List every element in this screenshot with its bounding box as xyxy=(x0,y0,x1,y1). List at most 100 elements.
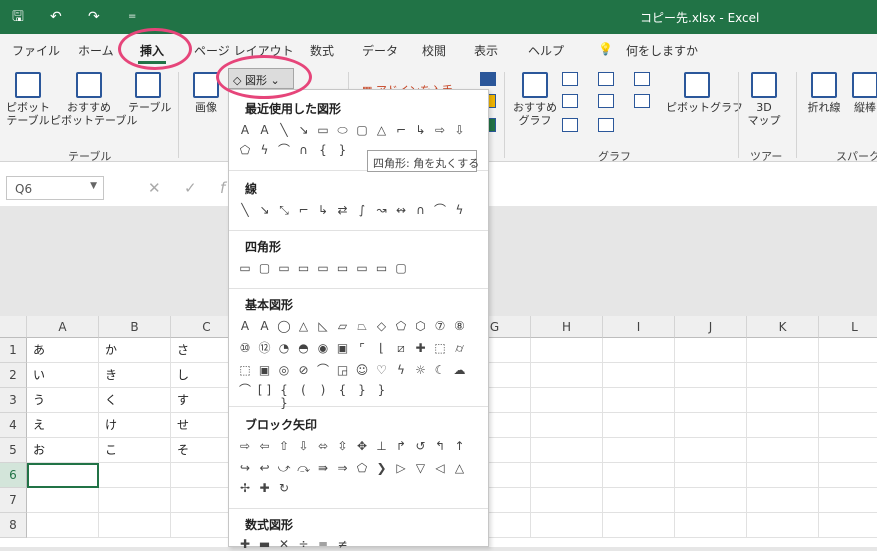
cell[interactable]: け xyxy=(99,413,171,438)
elbow-arrow-icon[interactable]: ↳ xyxy=(315,204,331,217)
cell[interactable] xyxy=(747,338,819,363)
cell[interactable] xyxy=(819,488,877,513)
left-arrow-icon[interactable]: ⇦ xyxy=(257,440,273,453)
column-header-h[interactable]: H xyxy=(531,316,603,338)
dodecagon-icon[interactable]: ⑫ xyxy=(257,342,273,355)
pie-icon[interactable]: ◔ xyxy=(276,342,292,355)
cell[interactable] xyxy=(747,513,819,538)
tab-data[interactable]: データ xyxy=(362,42,398,59)
u-turn-icon[interactable]: ↺ xyxy=(413,440,429,453)
row-header-7[interactable]: 7 xyxy=(0,488,27,513)
double-arrow-icon[interactable]: ⤡ xyxy=(276,204,292,217)
double-brace-icon[interactable]: { } xyxy=(276,384,292,410)
column-header-a[interactable]: A xyxy=(27,316,99,338)
3d-map-button[interactable]: 3D マップ xyxy=(744,72,784,127)
plus-icon[interactable]: ✚ xyxy=(237,538,253,551)
double-bracket-icon[interactable]: [ ] xyxy=(257,384,273,397)
cell[interactable] xyxy=(747,463,819,488)
cell[interactable]: あ xyxy=(27,338,99,363)
arc-icon[interactable]: ⌒ xyxy=(237,384,253,397)
cell[interactable] xyxy=(531,438,603,463)
moon-icon[interactable]: ☾ xyxy=(432,364,448,377)
pie-chart-icon[interactable] xyxy=(562,118,578,132)
text-box-icon[interactable]: A xyxy=(237,124,253,137)
curve-arrow-icon[interactable]: ↝ xyxy=(374,204,390,217)
arc-icon[interactable]: ⌒ xyxy=(276,144,292,157)
oval-icon[interactable]: ◯ xyxy=(276,320,292,333)
diamond-icon[interactable]: ◇ xyxy=(374,320,390,333)
visio-icon[interactable] xyxy=(480,72,496,86)
cell[interactable] xyxy=(747,388,819,413)
snip-corner-icon[interactable]: ▭ xyxy=(276,262,292,275)
column-header-j[interactable]: J xyxy=(675,316,747,338)
cell[interactable] xyxy=(675,463,747,488)
row-header-5[interactable]: 5 xyxy=(0,438,27,463)
cell[interactable] xyxy=(603,463,675,488)
bent-up-icon[interactable]: ↑ xyxy=(452,440,468,453)
cell[interactable] xyxy=(531,363,603,388)
left-bracket-icon[interactable]: ( xyxy=(296,384,312,397)
column-chart-icon[interactable] xyxy=(562,72,578,86)
tab-review[interactable]: 校閲 xyxy=(422,42,446,59)
row-header-3[interactable]: 3 xyxy=(0,388,27,413)
cell[interactable] xyxy=(675,338,747,363)
round-corners-icon[interactable]: ▭ xyxy=(374,262,390,275)
column-header-i[interactable]: I xyxy=(603,316,675,338)
pivot-chart-button[interactable]: ピボットグラフ xyxy=(666,72,743,114)
line-icon[interactable]: ╲ xyxy=(276,124,292,137)
combo-chart-icon[interactable] xyxy=(634,94,650,108)
curve-icon[interactable]: ϟ xyxy=(257,144,273,157)
cell[interactable] xyxy=(99,463,171,488)
cell[interactable] xyxy=(675,488,747,513)
line-chart-icon[interactable] xyxy=(562,94,578,108)
function-icon[interactable]: f xyxy=(220,179,225,197)
triangle-icon[interactable]: △ xyxy=(296,320,312,333)
undo-icon[interactable]: ↶ xyxy=(50,9,62,25)
brace-icon[interactable]: } xyxy=(335,144,351,157)
left-right-callout-icon[interactable]: ✢ xyxy=(237,482,253,495)
sparkline-line-button[interactable]: 折れ線 xyxy=(804,72,844,114)
cloud-icon[interactable]: ☁ xyxy=(452,364,468,377)
line-icon[interactable]: ╲ xyxy=(237,204,253,217)
cell[interactable] xyxy=(819,413,877,438)
oval-icon[interactable]: ⬭ xyxy=(335,124,351,137)
lightbulb-icon[interactable]: 💡 xyxy=(598,42,613,56)
brace-icon[interactable]: { xyxy=(315,144,331,157)
pentagon-icon[interactable]: ⬠ xyxy=(393,320,409,333)
l-shape-icon[interactable]: ⌊ xyxy=(374,342,390,355)
right-arrow-icon[interactable]: ⇨ xyxy=(237,440,253,453)
cell[interactable] xyxy=(603,388,675,413)
waterfall-chart-icon[interactable] xyxy=(634,72,650,86)
scribble-icon[interactable]: ϟ xyxy=(452,204,468,217)
left-right-arrow-icon[interactable]: ⬄ xyxy=(315,440,331,453)
multiply-icon[interactable]: ✕ xyxy=(276,538,292,551)
cell[interactable] xyxy=(27,488,99,513)
cell[interactable] xyxy=(603,488,675,513)
trapezoid-icon[interactable]: ⏢ xyxy=(354,320,370,333)
vertical-text-icon[interactable]: A xyxy=(257,320,273,333)
cell[interactable] xyxy=(747,488,819,513)
cell[interactable] xyxy=(675,413,747,438)
round-corner-icon[interactable]: ▭ xyxy=(354,262,370,275)
tab-formulas[interactable]: 数式 xyxy=(310,42,334,59)
bent-arrow-icon[interactable]: ↱ xyxy=(393,440,409,453)
down-callout-icon[interactable]: ▽ xyxy=(413,462,429,475)
cell[interactable] xyxy=(675,363,747,388)
select-all-corner[interactable] xyxy=(0,316,27,338)
cell[interactable] xyxy=(531,388,603,413)
curved-up-icon[interactable]: ⤻ xyxy=(276,462,292,475)
right-arrow-icon[interactable]: ⇨ xyxy=(432,124,448,137)
cell[interactable]: こ xyxy=(99,438,171,463)
right-brace-icon[interactable]: } xyxy=(354,384,370,397)
rounded-rect-icon[interactable]: ▢ xyxy=(354,124,370,137)
chevron-icon[interactable]: ❯ xyxy=(374,462,390,475)
flowchart-icon[interactable]: ⬠ xyxy=(237,144,253,157)
circular-arrow-icon[interactable]: ↻ xyxy=(276,482,292,495)
cell[interactable]: え xyxy=(27,413,99,438)
hierarchy-chart-icon[interactable] xyxy=(598,72,614,86)
cell[interactable] xyxy=(819,463,877,488)
row-header-8[interactable]: 8 xyxy=(0,513,27,538)
lightning-icon[interactable]: ϟ xyxy=(393,364,409,377)
cell[interactable] xyxy=(99,513,171,538)
row-header-4[interactable]: 4 xyxy=(0,413,27,438)
